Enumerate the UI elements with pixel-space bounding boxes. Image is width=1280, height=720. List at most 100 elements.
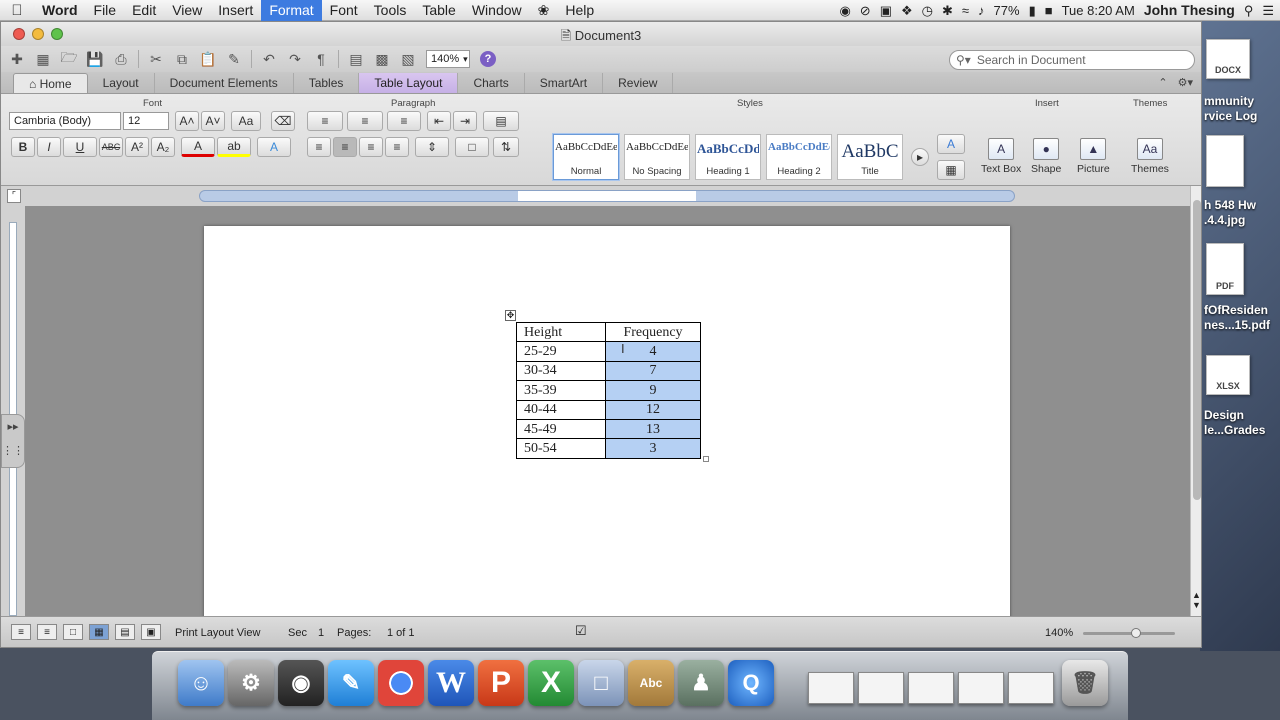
style-title[interactable]: AaBbC Title <box>837 134 903 180</box>
decrease-indent-button[interactable]: ⇤ <box>427 111 451 131</box>
manage-styles-icon[interactable]: A <box>937 134 965 154</box>
minimized-window-thumbnail[interactable] <box>808 672 854 704</box>
menu-help[interactable]: Help <box>557 0 602 21</box>
toolbox-icon[interactable]: ▩ <box>370 48 394 70</box>
themes-button[interactable]: Aa Themes <box>1131 138 1169 175</box>
system-preferences-icon[interactable]: ⚙ <box>228 660 274 706</box>
zoom-slider[interactable] <box>1083 628 1175 638</box>
document-page[interactable]: ✥ Height Frequency 25-29 4 30-34 7 35-39… <box>204 226 1010 626</box>
paste-icon[interactable]: 📋 <box>196 48 220 70</box>
table-cell[interactable]: 45-49 <box>516 418 606 440</box>
title-bar[interactable]: 🗎 Document3 <box>1 22 1201 46</box>
preview-icon[interactable]: □ <box>578 660 624 706</box>
style-heading-1[interactable]: AaBbCcDd Heading 1 <box>695 134 761 180</box>
table-cell[interactable]: 25-29 <box>516 341 606 362</box>
menu-file[interactable]: File <box>86 0 125 21</box>
desktop-file-label-2[interactable]: h 548 Hw .4.4.jpg <box>1204 198 1256 228</box>
tab-home[interactable]: ⌂ Home <box>13 73 88 93</box>
wifi-icon[interactable]: ≈ <box>962 0 969 21</box>
clock[interactable]: Tue 8:20 AM <box>1062 0 1135 21</box>
subscript-button[interactable]: A₂ <box>151 137 175 157</box>
print-layout-view-icon[interactable]: ▦ <box>89 624 109 640</box>
tab-layout[interactable]: Layout <box>88 73 155 93</box>
minimized-window-thumbnail[interactable] <box>858 672 904 704</box>
publishing-view-icon[interactable]: □ <box>63 624 83 640</box>
table-cell[interactable]: 12 <box>605 399 701 420</box>
insert-picture-button[interactable]: ▲ Picture <box>1077 138 1110 175</box>
horizontal-ruler[interactable] <box>199 190 1015 202</box>
sidebar-icon[interactable]: ▤ <box>344 48 368 70</box>
xlsx-file-icon[interactable]: XLSX <box>1206 355 1250 395</box>
copy-icon[interactable]: ⧉ <box>170 48 194 70</box>
scrollbar-thumb[interactable] <box>1193 200 1201 500</box>
scroll-arrows-icon[interactable]: ▲ ▼ <box>1192 590 1201 610</box>
styles-next-icon[interactable]: ▸ <box>911 148 929 166</box>
insert-shape-button[interactable]: ● Shape <box>1031 138 1061 175</box>
menu-insert[interactable]: Insert <box>210 0 261 21</box>
textedit-icon[interactable]: ✎ <box>328 660 374 706</box>
table-header-cell[interactable]: Frequency <box>605 321 701 343</box>
redo-icon[interactable]: ↷ <box>283 48 307 70</box>
outline-view-icon[interactable]: ≡ <box>37 624 57 640</box>
style-normal[interactable]: AaBbCcDdEe Normal <box>553 134 619 180</box>
powerpoint-icon[interactable]: P <box>478 660 524 706</box>
table-cell[interactable]: 50-54 <box>516 438 606 459</box>
script-menu-icon[interactable]: ❀ <box>530 0 558 21</box>
table-cell[interactable]: 13 <box>605 418 701 440</box>
menu-view[interactable]: View <box>164 0 210 21</box>
toolbox-handle-icon[interactable]: ▸▸ ⋮⋮ <box>1 414 25 468</box>
record-icon[interactable]: ◉ <box>839 0 850 21</box>
table-header-cell[interactable]: Height <box>516 321 606 343</box>
help-icon[interactable]: ? <box>480 51 496 67</box>
menu-window[interactable]: Window <box>464 0 530 21</box>
search-in-document[interactable]: ⚲▾ Search in Document <box>949 50 1195 70</box>
minimized-window-thumbnail[interactable] <box>958 672 1004 704</box>
bold-button[interactable]: B <box>11 137 35 157</box>
volume-icon[interactable]: ♪ <box>978 0 985 21</box>
full-screen-view-icon[interactable]: ▣ <box>141 624 161 640</box>
highlight-button[interactable]: ab <box>217 137 251 157</box>
borders-button[interactable]: □ <box>455 137 489 157</box>
align-left-button[interactable]: ≡ <box>307 137 331 157</box>
minimized-window-thumbnail[interactable] <box>1008 672 1054 704</box>
menu-edit[interactable]: Edit <box>124 0 164 21</box>
dictionary-icon[interactable]: Abc <box>628 660 674 706</box>
spelling-check-icon[interactable]: ☑ <box>575 623 587 639</box>
increase-indent-button[interactable]: ⇥ <box>453 111 477 131</box>
time-machine-icon[interactable]: ◷ <box>922 0 933 21</box>
docx-file-icon[interactable]: DOCX <box>1206 39 1250 79</box>
new-document-icon[interactable]: ✚ <box>5 48 29 70</box>
draft-view-icon[interactable]: ≡ <box>11 624 31 640</box>
dropbox-icon[interactable]: ❖ <box>901 0 913 21</box>
table-cell[interactable]: 7 <box>605 360 701 382</box>
menu-table[interactable]: Table <box>414 0 463 21</box>
menu-word[interactable]: Word <box>34 0 86 21</box>
undo-icon[interactable]: ↶ <box>257 48 281 70</box>
tab-smartart[interactable]: SmartArt <box>525 73 604 93</box>
finder-icon[interactable]: ☺ <box>178 660 224 706</box>
team-app-icon[interactable]: ♟ <box>678 660 724 706</box>
text-effects-button[interactable]: A <box>257 137 291 157</box>
justify-button[interactable]: ≡ <box>385 137 409 157</box>
excel-icon[interactable]: X <box>528 660 574 706</box>
change-case-button[interactable]: Aa <box>231 111 261 131</box>
font-name-select[interactable]: Cambria (Body) <box>9 112 121 130</box>
desktop-file-label-3[interactable]: fOfResiden nes...15.pdf <box>1204 303 1270 333</box>
menu-format[interactable]: Format <box>261 0 322 21</box>
print-icon[interactable]: ⎙ <box>109 48 133 70</box>
vertical-ruler[interactable] <box>1 206 25 616</box>
table-move-handle-icon[interactable]: ✥ <box>505 310 516 321</box>
tab-tables[interactable]: Tables <box>294 73 360 93</box>
tab-stop-icon[interactable]: ⌜ <box>7 189 21 203</box>
sort-button[interactable]: ⇅ <box>493 137 519 157</box>
collapse-ribbon-icon[interactable]: ⌃ <box>1158 76 1167 89</box>
media-browser-icon[interactable]: ▧ <box>396 48 420 70</box>
zoom-select[interactable]: 140% ▾ <box>426 50 470 68</box>
shrink-font-button[interactable]: A˅ <box>201 111 225 131</box>
tab-document-elements[interactable]: Document Elements <box>155 73 294 93</box>
spotlight-icon[interactable]: ⚲ <box>1244 0 1254 21</box>
cut-icon[interactable]: ✂ <box>144 48 168 70</box>
tab-table-layout[interactable]: Table Layout <box>359 73 459 93</box>
style-heading-2[interactable]: AaBbCcDdEe Heading 2 <box>766 134 832 180</box>
bluetooth-icon[interactable]: ✱ <box>942 0 953 21</box>
